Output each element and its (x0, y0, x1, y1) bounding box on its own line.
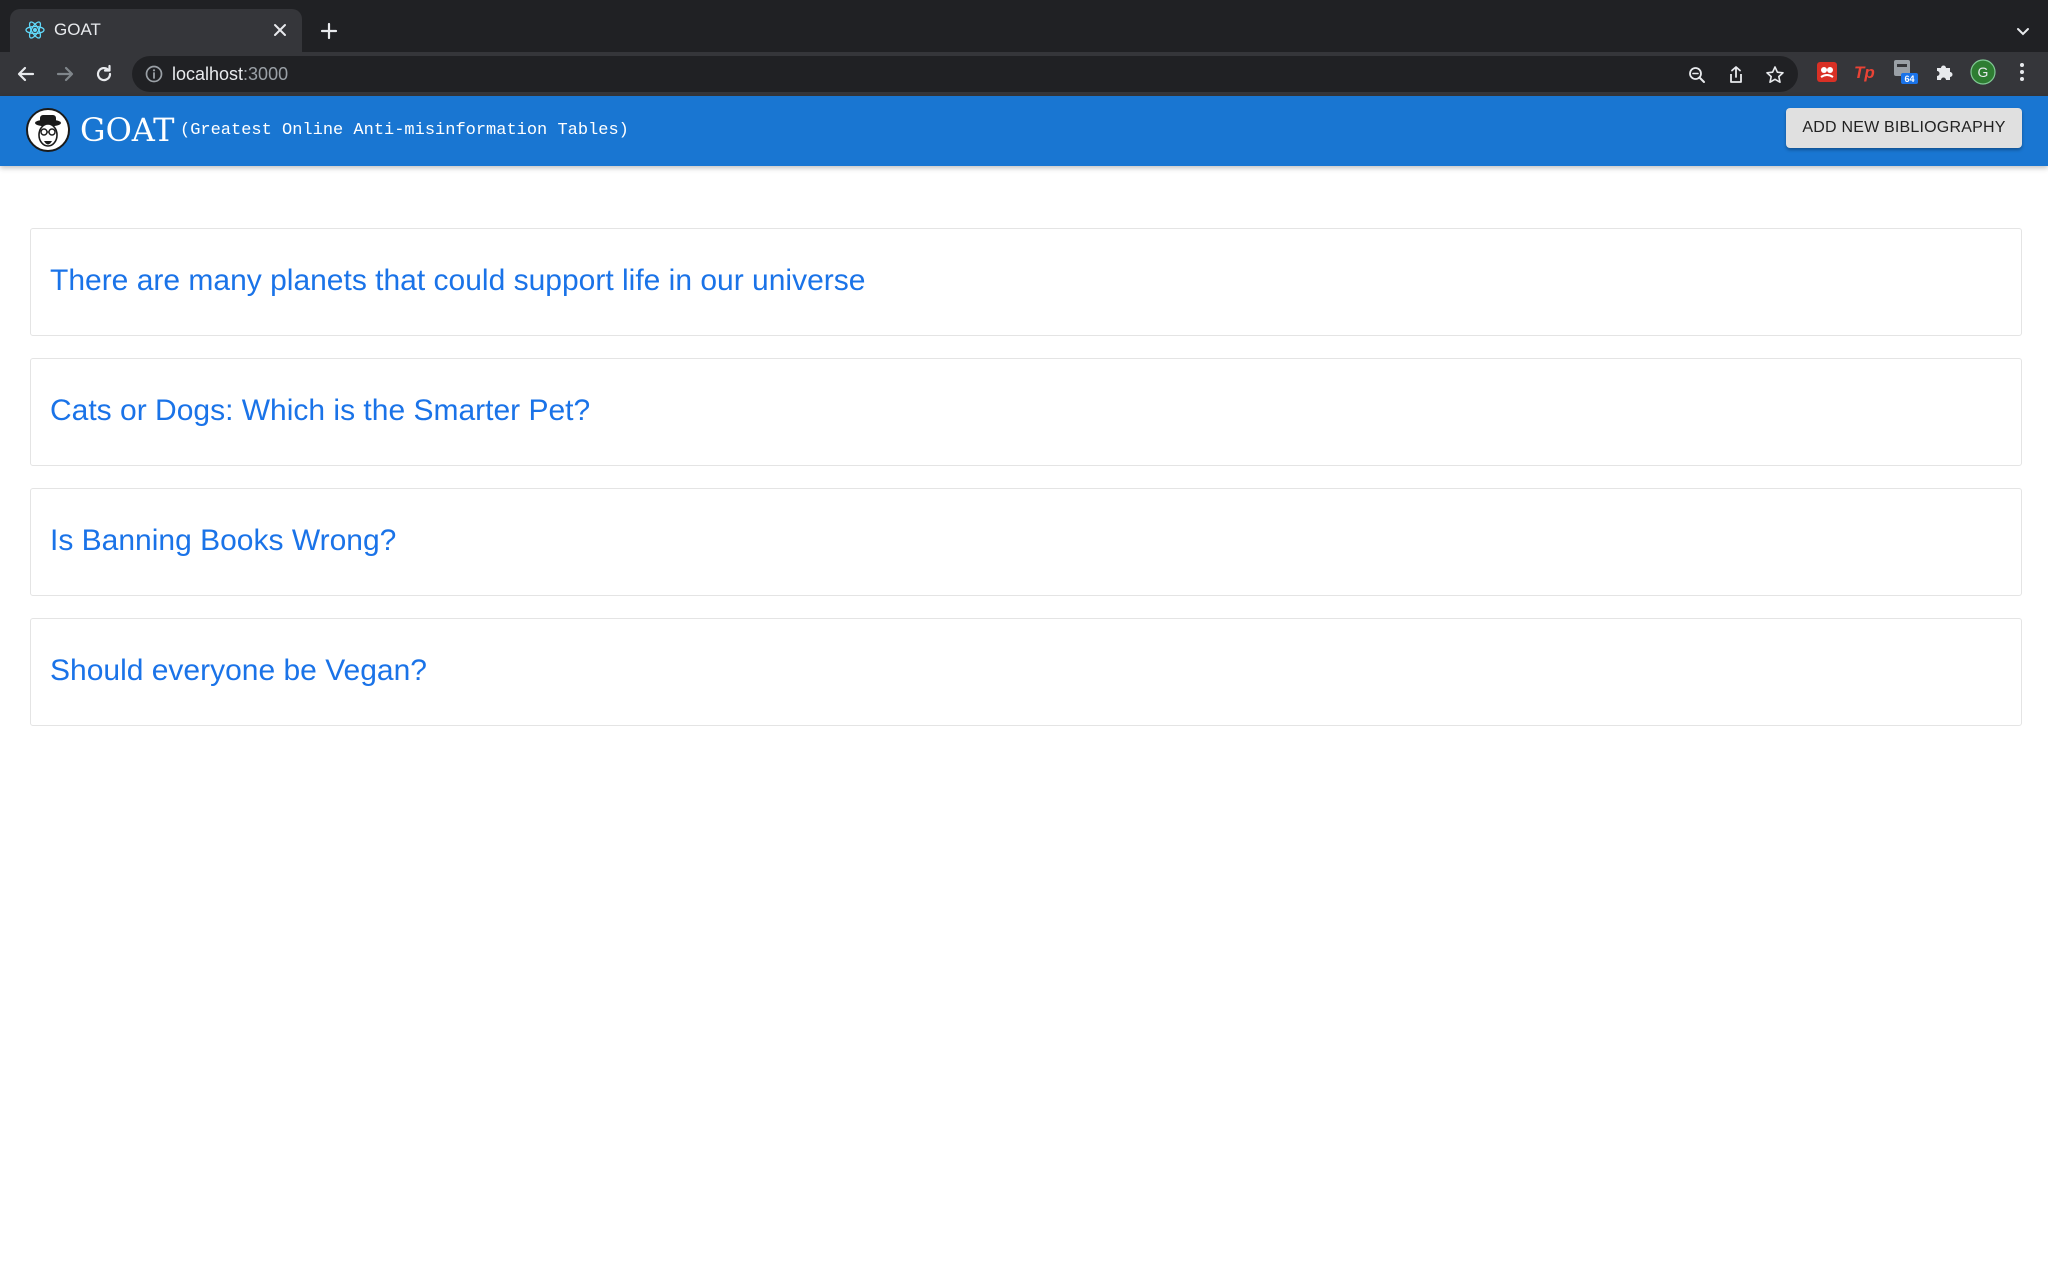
kebab-menu-icon[interactable] (2008, 58, 2036, 86)
bibliography-card[interactable]: There are many planets that could suppor… (30, 228, 2022, 336)
url-text: localhost:3000 (172, 64, 288, 84)
address-bar[interactable]: localhost:3000 (132, 56, 1798, 92)
bibliography-title-link[interactable]: Is Banning Books Wrong? (50, 523, 396, 559)
bibliography-title-link[interactable]: There are many planets that could suppor… (50, 263, 865, 299)
profile-avatar[interactable]: G (1969, 58, 1997, 86)
puzzle-icon[interactable] (1930, 58, 1958, 86)
share-icon[interactable] (1723, 62, 1749, 88)
bibliography-title-link[interactable]: Cats or Dogs: Which is the Smarter Pet? (50, 393, 590, 429)
profile-initial: G (1978, 64, 1989, 80)
bibliography-card[interactable]: Should everyone be Vegan? (30, 618, 2022, 726)
info-icon[interactable] (144, 64, 164, 84)
react-icon (24, 19, 46, 41)
bibliography-card[interactable]: Cats or Dogs: Which is the Smarter Pet? (30, 358, 2022, 466)
chevron-down-icon[interactable] (2008, 16, 2038, 46)
url-host: localhost (172, 64, 244, 84)
goat-logo (26, 108, 70, 152)
app-header: GOAT (Greatest Online Anti-misinformatio… (0, 96, 2048, 166)
add-new-bibliography-button[interactable]: ADD NEW BIBLIOGRAPHY (1786, 108, 2022, 148)
svg-text:Tp: Tp (1854, 63, 1875, 82)
star-icon[interactable] (1762, 62, 1788, 88)
url-port: :3000 (243, 64, 289, 84)
extension-tp-icon[interactable]: Tp (1852, 58, 1880, 86)
bibliography-card[interactable]: Is Banning Books Wrong? (30, 488, 2022, 596)
extension-red-icon[interactable] (1813, 58, 1841, 86)
browser-tabstrip: GOAT (0, 0, 2048, 52)
browser-toolbar: localhost:3000 (0, 52, 2048, 96)
tab-title: GOAT (54, 20, 101, 39)
reload-icon[interactable] (88, 58, 120, 90)
bibliography-title-link[interactable]: Should everyone be Vegan? (50, 653, 427, 689)
new-tab-icon[interactable] (314, 16, 344, 46)
back-arrow-icon[interactable] (10, 58, 42, 90)
close-icon[interactable] (268, 18, 292, 42)
bibliography-list: There are many planets that could suppor… (30, 228, 2022, 748)
app-tagline: (Greatest Online Anti-misinformation Tab… (180, 121, 629, 140)
extension-badge-icon[interactable]: 64 (1891, 58, 1919, 86)
zoom-icon[interactable] (1684, 62, 1710, 88)
browser-tab[interactable]: GOAT (10, 9, 302, 52)
app-brand[interactable]: GOAT (80, 112, 175, 148)
forward-arrow-icon[interactable] (49, 58, 81, 90)
extension-badge-count: 64 (1904, 74, 1914, 84)
